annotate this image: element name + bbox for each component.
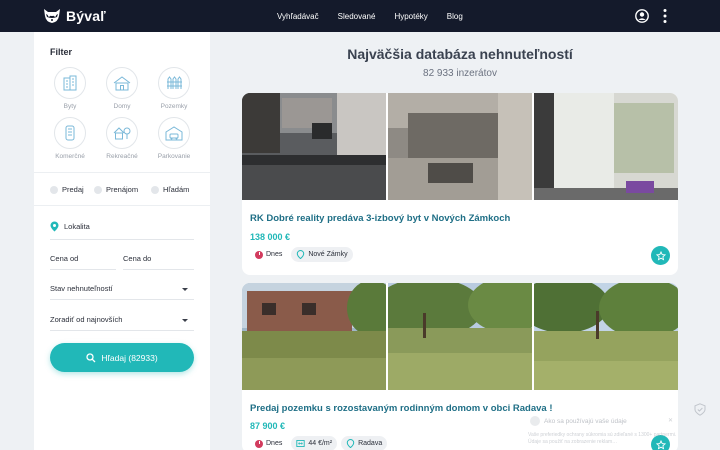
more-vertical-icon[interactable] [662,8,668,24]
area-price-label: 44 €/m² [308,440,333,447]
sort-select-label: Zoradiť od najnovších [50,315,123,324]
location-placeholder: Lokalita [64,222,90,231]
nav-link-watched[interactable]: Sledované [338,12,376,21]
ruler-area-icon [296,440,305,447]
category-label: Komerčné [55,153,85,160]
privacy-text: Vaše preferiedky ochrany súkromia sú zdi… [528,432,677,445]
listing-photo-house-shell[interactable] [242,283,386,390]
price-to-placeholder: Cena do [123,254,152,263]
radio-dot[interactable] [94,185,102,194]
location-tag: Nové Zámky [291,247,353,262]
listing-photo-orchard[interactable] [534,283,678,390]
category-label: Domy [113,103,131,110]
radio-dot[interactable] [151,185,159,194]
nav-link-blog[interactable]: Blog [447,12,463,21]
category-recreational[interactable]: Rekreačné [102,117,142,160]
condition-select[interactable]: Stav nehnuteľností [50,278,194,300]
listing-photos[interactable] [242,93,678,200]
location-label: Radava [358,440,383,447]
listing-photo-garden[interactable] [388,283,532,390]
shield-icon[interactable] [694,403,706,416]
category-parking[interactable]: Parkovanie [154,117,194,160]
category-houses[interactable]: Domy [102,67,142,110]
filter-sidebar: Filter Byty Domy Pozemky Komerčné Rekrea… [34,32,210,450]
brand-logo[interactable]: Bývaľ [42,7,106,24]
top-navigation-bar: Bývaľ Vyhľadávač Sledované Hypotéky Blog [0,0,720,32]
divider [34,172,210,173]
apartment-icon [63,75,77,91]
filter-title: Filter [50,47,73,57]
category-land[interactable]: Pozemky [154,67,194,110]
listing-card[interactable]: RK Dobré reality predáva 3-izbový byt v … [242,93,678,275]
listing-title[interactable]: Predaj pozemku s rozostavaným rodinným d… [250,403,553,414]
commercial-building-icon [65,125,75,141]
category-label: Pozemky [160,103,188,110]
date-label: Dnes [266,440,283,447]
raccoon-logo-icon [44,9,60,23]
listing-title[interactable]: RK Dobré reality predáva 3-izbový byt v … [250,213,510,224]
radio-rent[interactable]: Prenájom [94,185,151,194]
privacy-notice[interactable]: Ako sa používajú vaše údaje ✕ Vaše prefe… [522,412,682,450]
listing-count: 82 933 inzerátov [423,68,497,79]
radio-label: Hľadám [163,185,190,194]
caret-down-icon [182,287,188,291]
privacy-info-icon [530,416,540,426]
radio-sale[interactable]: Predaj [50,185,94,194]
date-label: Dnes [266,251,283,258]
clock-icon [255,439,263,448]
privacy-title: Ako sa používajú vaše údaje [544,418,627,425]
sort-select[interactable]: Zoradiť od najnovších [50,309,194,331]
radio-looking[interactable]: Hľadám [151,185,189,194]
radio-label: Prenájom [106,185,139,194]
category-commercial[interactable]: Komerčné [50,117,90,160]
location-label: Nové Zámky [308,251,348,258]
nav-link-mortgages[interactable]: Hypotéky [394,12,427,21]
price-from-input[interactable]: Cena od [50,248,116,270]
offer-type-group: Predaj Prenájom Hľadám [50,185,189,194]
radio-label: Predaj [62,185,84,194]
category-apartments[interactable]: Byty [50,67,90,110]
area-price-tag: 44 €/m² [291,436,338,450]
date-tag: Dnes [250,248,287,262]
listing-tags: Dnes Nové Zámky [250,247,353,262]
location-pin-icon [297,250,305,259]
star-icon [655,250,666,260]
divider [34,205,210,206]
listing-price: 87 900 € [250,421,286,431]
main-nav: Vyhľadávač Sledované Hypotéky Blog [277,0,482,32]
clock-icon [255,250,263,259]
cottage-tree-icon [113,127,131,140]
location-input[interactable]: Lokalita [50,214,194,240]
close-icon[interactable]: ✕ [668,417,673,424]
listing-photo-kitchen[interactable] [242,93,386,200]
search-button[interactable]: Hľadaj (82933) [50,343,194,372]
location-pin-icon [346,439,355,448]
brand-name: Bývaľ [66,7,106,24]
favorite-button[interactable] [651,246,670,265]
category-label: Parkovanie [157,153,191,160]
listing-tags: Dnes 44 €/m² Radava [250,436,388,450]
user-account-icon[interactable] [635,9,649,23]
location-tag: Radava [341,436,388,450]
search-icon [86,352,96,362]
caret-down-icon [182,318,188,322]
listing-photo-window[interactable] [534,93,678,200]
house-icon [113,76,131,91]
listing-price: 138 000 € [250,232,291,242]
listing-photos[interactable] [242,283,678,390]
location-pin-icon [50,221,59,232]
category-label: Rekreačné [106,153,138,160]
land-fence-icon [167,76,182,89]
radio-dot[interactable] [50,185,58,194]
category-label: Byty [63,103,77,110]
price-to-input[interactable]: Cena do [123,248,194,270]
date-tag: Dnes [250,437,287,450]
garage-icon [165,126,183,141]
page-title: Najväčšia databáza nehnuteľností [347,46,573,62]
search-button-label: Hľadaj (82933) [101,352,158,363]
listing-photo-sink[interactable] [388,93,532,200]
nav-link-search[interactable]: Vyhľadávač [277,12,319,21]
price-from-placeholder: Cena od [50,254,79,263]
condition-select-label: Stav nehnuteľností [50,284,113,293]
